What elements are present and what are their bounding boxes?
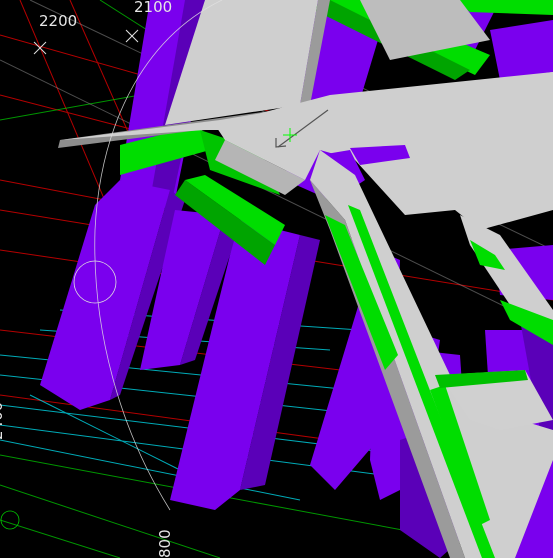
3d-model-viewport[interactable]: 2200 2100 2400 800 — [0, 0, 553, 558]
grid-markers — [33, 29, 139, 55]
structural-model-scene[interactable] — [0, 0, 553, 558]
column[interactable] — [490, 20, 553, 80]
grid-label-2200: 2200 — [39, 12, 78, 30]
grid-label-2400: 2400 — [0, 401, 6, 440]
grid-label-2100: 2100 — [134, 0, 173, 16]
snap-marker — [0, 510, 20, 530]
grid-label-800: 800 — [156, 529, 174, 558]
